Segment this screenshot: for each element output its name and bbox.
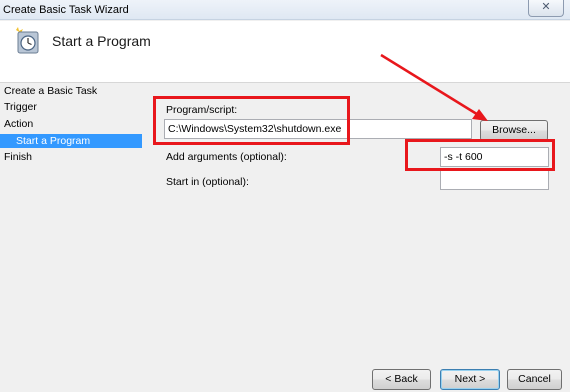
browse-button[interactable]: Browse... bbox=[480, 120, 548, 141]
sidebar-item-create-basic-task[interactable]: Create a Basic Task bbox=[0, 84, 142, 98]
sidebar-item-start-a-program[interactable]: Start a Program bbox=[0, 134, 142, 148]
wizard-header: Start a Program bbox=[0, 21, 570, 83]
page-title: Start a Program bbox=[52, 33, 151, 49]
highlight-box-program bbox=[153, 96, 350, 145]
start-in-label: Start in (optional): bbox=[166, 176, 249, 188]
add-arguments-label: Add arguments (optional): bbox=[166, 151, 287, 163]
cancel-button[interactable]: Cancel bbox=[507, 369, 562, 390]
sidebar-item-trigger[interactable]: Trigger bbox=[0, 100, 142, 114]
back-button[interactable]: < Back bbox=[372, 369, 431, 390]
close-button[interactable]: ✕ bbox=[528, 0, 564, 17]
start-in-input[interactable] bbox=[440, 170, 549, 190]
clock-task-icon bbox=[16, 27, 39, 54]
title-bar: Create Basic Task Wizard ✕ bbox=[0, 0, 570, 20]
sidebar-item-action[interactable]: Action bbox=[0, 117, 142, 131]
next-button[interactable]: Next > bbox=[440, 369, 500, 390]
wizard-steps-sidebar: Create a Basic Task Trigger Action Start… bbox=[0, 83, 146, 392]
window-title: Create Basic Task Wizard bbox=[3, 4, 129, 16]
sidebar-item-finish[interactable]: Finish bbox=[0, 150, 142, 164]
highlight-box-arguments bbox=[405, 139, 555, 171]
close-icon: ✕ bbox=[541, 1, 551, 13]
